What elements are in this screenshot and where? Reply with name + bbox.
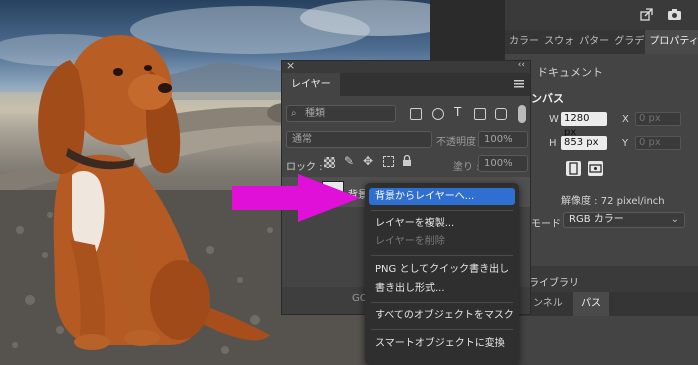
library-tab-label: ライブラリ (529, 278, 579, 289)
filter-pixel-icon[interactable] (410, 108, 422, 120)
filter-toggle[interactable] (518, 105, 526, 123)
lock-artboard-icon[interactable] (383, 156, 394, 167)
document-section-title: ドキュメント (537, 66, 603, 79)
search-icon: ⌕ (291, 108, 297, 119)
width-label: W (549, 114, 559, 125)
lock-all-icon[interactable] (402, 154, 412, 167)
lock-paint-icon[interactable]: ✎ (344, 154, 354, 168)
x-label: X (622, 114, 629, 125)
annotation-arrow (232, 174, 360, 222)
layers-tab-row: レイヤー (282, 73, 530, 96)
panel-menu-icon[interactable] (514, 80, 524, 88)
chevron-down-icon: ⌄ (670, 214, 679, 225)
y-field[interactable]: 0 px (635, 136, 681, 150)
lock-move-icon[interactable]: ✥ (363, 154, 373, 168)
tab-layers[interactable]: レイヤー (282, 73, 340, 96)
menu-item-export-as[interactable]: 書き出し形式... (369, 280, 515, 297)
export-icon[interactable] (640, 8, 654, 21)
height-field[interactable]: 853 px (561, 136, 607, 150)
lock-transparent-icon[interactable] (324, 157, 335, 168)
filter-shape-icon[interactable] (474, 108, 486, 120)
menu-item-quick-export-png[interactable]: PNG としてクイック書き出し (369, 261, 515, 278)
layer-filter-select[interactable]: ⌕ 種類 (286, 105, 396, 122)
width-field[interactable]: 1280 px (561, 112, 607, 138)
properties-panel: ドキュメント ンバス W 1280 px X 0 px H 853 px Y 0… (505, 54, 698, 266)
color-mode-value: RGB カラー (569, 214, 624, 225)
canvas-section-title: ンバス (531, 92, 564, 105)
menu-item-duplicate-layer[interactable]: レイヤーを複製... (369, 215, 515, 232)
fill-label: 塗り : (453, 162, 480, 173)
blend-mode-value: 通常 (292, 134, 312, 145)
menu-item-delete-layer: レイヤーを削除 (375, 236, 445, 247)
y-label: Y (622, 138, 629, 149)
tab-paths[interactable]: パス (573, 292, 609, 316)
menu-separator (371, 255, 513, 256)
landscape-orientation-icon[interactable] (588, 161, 603, 176)
tab-properties[interactable]: プロパティ (645, 30, 698, 54)
menu-separator (371, 210, 513, 211)
filter-type-icon[interactable]: T (454, 105, 461, 119)
tab-color[interactable]: カラー (505, 30, 540, 54)
filter-label: 種類 (305, 108, 325, 119)
tab-swatches[interactable]: スウォ (540, 30, 575, 54)
opacity-value: 100% (484, 134, 513, 145)
tab-channels[interactable]: ンネル (529, 292, 567, 316)
filter-adjustment-icon[interactable] (432, 108, 444, 120)
menu-item-convert-to-smart-object[interactable]: スマートオブジェクトに変換 (369, 335, 515, 352)
color-mode-select[interactable]: RGB カラー ⌄ (563, 212, 685, 228)
camera-icon[interactable] (667, 8, 682, 21)
collapse-icon[interactable]: ‹‹ (518, 60, 525, 70)
menu-separator (371, 329, 513, 330)
tab-gradients[interactable]: グラデ (610, 30, 645, 54)
tab-patterns[interactable]: パター (575, 30, 610, 54)
layer-context-menu: 背景からレイヤーへ... レイヤーを複製... レイヤーを削除 PNG としてク… (365, 183, 519, 365)
lock-label: ロック : (286, 162, 323, 173)
menu-separator (371, 302, 513, 303)
channels-paths-tabs: ンネル パス (505, 292, 698, 316)
opacity-label: 不透明度 : (436, 137, 483, 148)
close-icon[interactable]: × (286, 59, 295, 72)
menu-item-mask-all-objects[interactable]: すべてのオブジェクトをマスク (369, 307, 515, 324)
blend-mode-select[interactable]: 通常 (286, 131, 432, 148)
portrait-orientation-icon[interactable] (566, 161, 581, 176)
layers-panel-titlebar: × ‹‹ (282, 59, 530, 73)
resolution-text: 解像度 : 72 pixel/inch (561, 196, 665, 207)
fill-field[interactable]: 100% (478, 155, 528, 172)
x-field[interactable]: 0 px (635, 112, 681, 126)
library-panel-tab[interactable]: ライブラリ (505, 266, 698, 292)
fill-value: 100% (484, 158, 513, 169)
menu-item-background-to-layer[interactable]: 背景からレイヤーへ... (369, 188, 515, 205)
mode-label: モード (531, 219, 561, 230)
height-label: H (549, 138, 557, 149)
opacity-field[interactable]: 100% (478, 131, 528, 148)
filter-smartobject-icon[interactable] (495, 108, 507, 120)
paths-panel-body (505, 316, 698, 365)
properties-tab-row: カラー スウォ パター グラデ プロパティ (505, 30, 698, 54)
top-icon-strip (505, 0, 698, 30)
